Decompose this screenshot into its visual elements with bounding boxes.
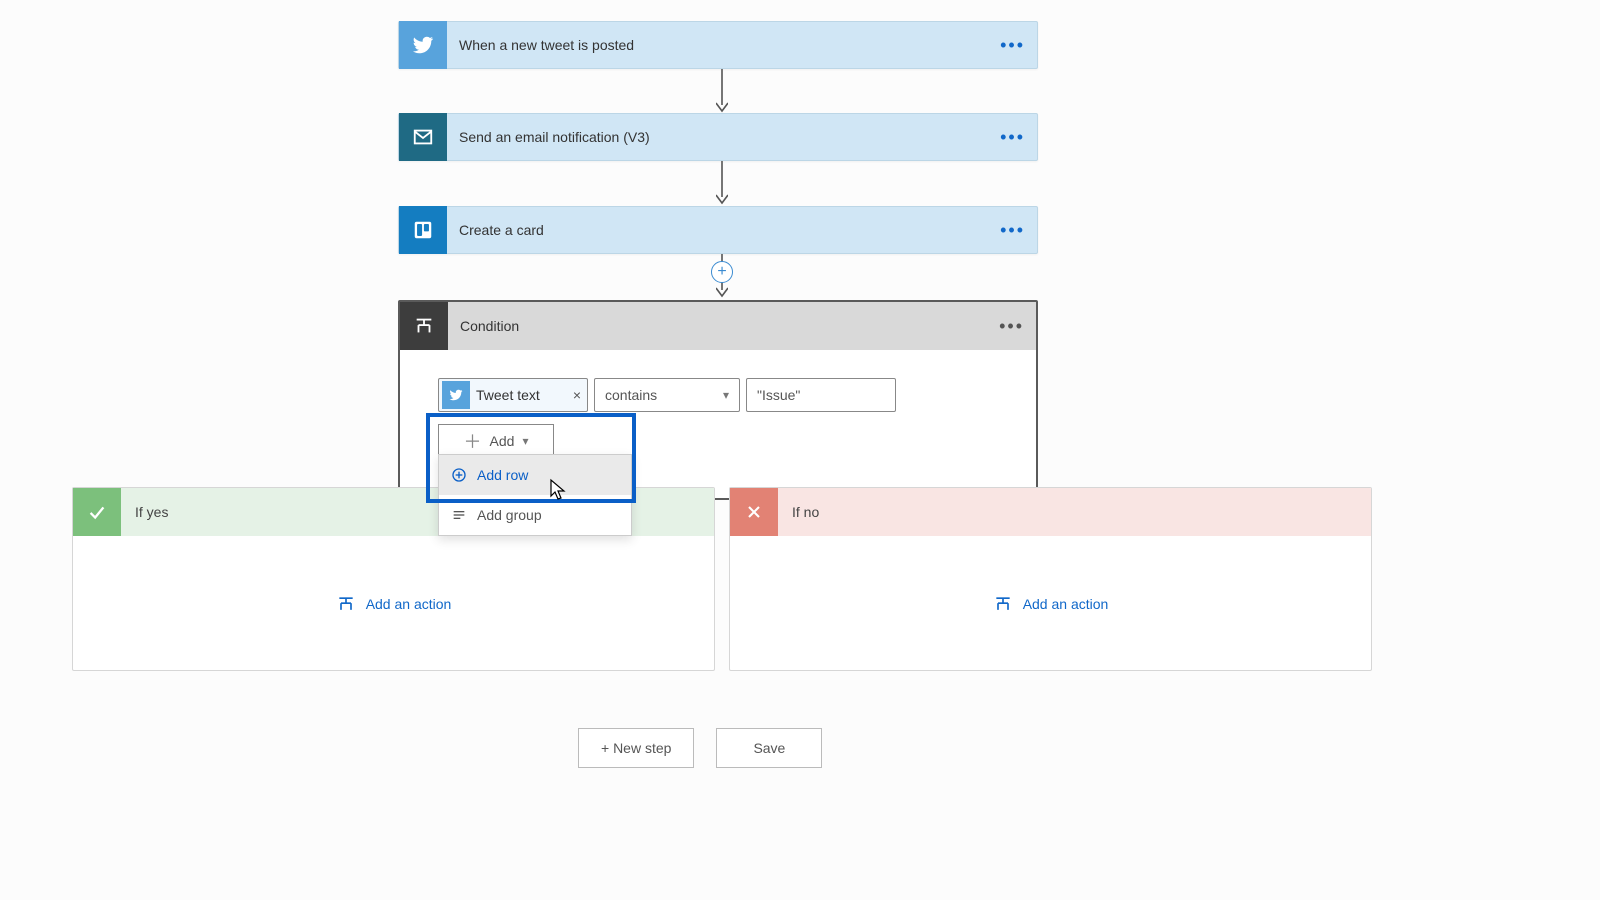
add-action-no[interactable]: Add an action	[730, 536, 1371, 672]
step-menu-button[interactable]: •••	[1000, 35, 1025, 56]
trigger-step-title: When a new tweet is posted	[459, 37, 1000, 53]
condition-header[interactable]: Condition •••	[400, 302, 1036, 350]
chevron-down-icon: ▾	[723, 388, 729, 402]
add-action-yes[interactable]: Add an action	[73, 536, 714, 672]
check-icon	[73, 488, 121, 536]
email-step-card[interactable]: Send an email notification (V3) •••	[398, 113, 1038, 161]
action-icon	[336, 594, 356, 614]
if-yes-title: If yes	[135, 504, 168, 520]
insert-step-button[interactable]: +	[711, 261, 733, 283]
condition-title: Condition	[460, 318, 999, 334]
plus-circle-icon	[451, 467, 467, 483]
pill-remove-button[interactable]: ×	[573, 387, 581, 403]
twitter-icon	[399, 21, 447, 69]
add-condition-button[interactable]: ＋ Add ▾	[438, 424, 554, 458]
save-label: Save	[753, 740, 785, 756]
if-no-branch: If no Add an action	[729, 487, 1372, 671]
new-step-button[interactable]: + New step	[578, 728, 694, 768]
condition-right-value[interactable]: "Issue"	[746, 378, 896, 412]
add-row-label: Add row	[477, 467, 528, 483]
footer-buttons: + New step Save	[578, 728, 822, 768]
if-no-title: If no	[792, 504, 819, 520]
trello-step-title: Create a card	[459, 222, 1000, 238]
add-group-label: Add group	[477, 507, 542, 523]
twitter-icon	[442, 381, 470, 409]
step-menu-button[interactable]: •••	[1000, 220, 1025, 241]
plus-icon: ＋	[464, 428, 482, 454]
condition-left-value[interactable]: Tweet text ×	[438, 378, 588, 412]
if-no-header[interactable]: If no	[730, 488, 1371, 536]
add-group-item[interactable]: Add group	[439, 495, 631, 535]
trello-icon	[399, 206, 447, 254]
add-action-label: Add an action	[366, 596, 452, 612]
add-label: Add	[490, 433, 515, 449]
condition-icon	[400, 302, 448, 350]
add-row-item[interactable]: Add row	[439, 455, 631, 495]
trigger-step-card[interactable]: When a new tweet is posted •••	[398, 21, 1038, 69]
flow-arrow	[716, 69, 728, 113]
flow-arrow	[716, 161, 728, 205]
email-step-title: Send an email notification (V3)	[459, 129, 1000, 145]
trello-step-card[interactable]: Create a card •••	[398, 206, 1038, 254]
mail-icon	[399, 113, 447, 161]
step-menu-button[interactable]: •••	[999, 316, 1024, 337]
operator-label: contains	[605, 387, 657, 403]
action-icon	[993, 594, 1013, 614]
list-icon	[451, 507, 467, 523]
condition-value-text: "Issue"	[757, 387, 800, 403]
close-icon	[730, 488, 778, 536]
pill-label: Tweet text	[476, 387, 567, 403]
condition-rule-row: Tweet text × contains ▾ "Issue"	[438, 378, 998, 412]
flow-canvas: When a new tweet is posted ••• Send an e…	[0, 0, 1600, 900]
new-step-label: + New step	[601, 740, 671, 756]
condition-operator-select[interactable]: contains ▾	[594, 378, 740, 412]
add-dropdown: Add row Add group	[438, 454, 632, 536]
chevron-down-icon: ▾	[522, 434, 528, 448]
step-menu-button[interactable]: •••	[1000, 127, 1025, 148]
save-button[interactable]: Save	[716, 728, 822, 768]
add-action-label: Add an action	[1023, 596, 1109, 612]
